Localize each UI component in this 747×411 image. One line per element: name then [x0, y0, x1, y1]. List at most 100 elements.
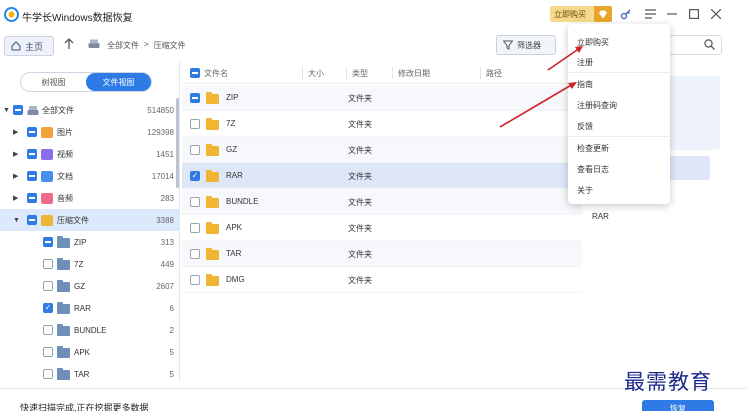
checkbox-partial[interactable] — [27, 215, 37, 225]
maximize-icon[interactable] — [686, 6, 702, 22]
file-type: 文件夹 — [348, 146, 372, 155]
file-name: ZIP — [226, 93, 239, 102]
checkbox-partial[interactable] — [27, 149, 37, 159]
key-icon[interactable] — [618, 6, 634, 22]
select-all-checkbox[interactable] — [190, 68, 200, 78]
folder-icon — [57, 368, 70, 380]
tree-item-label: 音频 — [57, 193, 73, 203]
checkbox[interactable] — [190, 145, 200, 155]
tree-item-documents[interactable]: ▶ 文档 17014 — [0, 165, 180, 187]
document-icon — [41, 170, 53, 182]
checkbox-checked[interactable]: ✓ — [190, 171, 200, 181]
menu-item-code-lookup[interactable]: 注册码查询 — [577, 100, 617, 111]
checkbox[interactable] — [43, 347, 53, 357]
tree-item-bundle[interactable]: BUNDLE 2 — [0, 319, 180, 341]
checkbox-checked[interactable]: ✓ — [43, 303, 53, 313]
tree-item-pictures[interactable]: ▶ 图片 129398 — [0, 121, 180, 143]
up-arrow-icon[interactable] — [64, 38, 74, 53]
tab-file-view[interactable]: 文件视图 — [86, 73, 151, 91]
menu-item-check-update[interactable]: 检查更新 — [577, 143, 609, 154]
expand-arrow-icon[interactable]: ▶ — [13, 128, 21, 136]
folder-icon — [57, 236, 70, 248]
file-row[interactable]: 7Z 文件夹 — [182, 111, 582, 137]
menu-item-buy-now[interactable]: 立即购买 — [577, 37, 609, 48]
tab-tree-view[interactable]: 树视图 — [21, 73, 86, 91]
checkbox[interactable] — [43, 325, 53, 335]
checkbox[interactable] — [190, 223, 200, 233]
menu-item-view-log[interactable]: 查看日志 — [577, 164, 609, 175]
file-row[interactable]: DMG 文件夹 — [182, 267, 582, 293]
folder-icon — [206, 274, 219, 286]
folder-icon — [57, 258, 70, 270]
sidebar-scrollbar[interactable] — [176, 98, 179, 188]
checkbox[interactable] — [190, 249, 200, 259]
checkbox[interactable] — [43, 259, 53, 269]
file-row[interactable]: APK 文件夹 — [182, 215, 582, 241]
column-header-modified[interactable]: 修改日期 — [398, 68, 430, 79]
checkbox[interactable] — [190, 197, 200, 207]
menu-item-feedback[interactable]: 反馈 — [577, 121, 593, 132]
tree-item-rar[interactable]: ✓ RAR 6 — [0, 297, 180, 319]
column-header-path[interactable]: 路径 — [486, 68, 502, 79]
file-row[interactable]: TAR 文件夹 — [182, 241, 582, 267]
tree-item-tar[interactable]: TAR 5 — [0, 363, 180, 385]
tree-item-7z[interactable]: 7Z 449 — [0, 253, 180, 275]
file-row[interactable]: BUNDLE 文件夹 — [182, 189, 582, 215]
checkbox-partial[interactable] — [27, 127, 37, 137]
recover-button[interactable]: 恢复 — [642, 400, 714, 411]
expand-arrow-icon[interactable]: ▶ — [13, 172, 21, 180]
drive-icon — [27, 105, 39, 115]
checkbox-partial[interactable] — [43, 237, 53, 247]
checkbox-partial[interactable] — [27, 171, 37, 181]
column-header-name[interactable]: 文件名 — [204, 68, 228, 79]
checkbox[interactable] — [190, 275, 200, 285]
tree-item-gz[interactable]: GZ 2607 — [0, 275, 180, 297]
tree-item-archives[interactable]: ▼ 压缩文件 3388 — [0, 209, 180, 231]
search-icon[interactable] — [704, 39, 715, 53]
checkbox[interactable] — [43, 281, 53, 291]
checkbox-partial[interactable] — [13, 105, 23, 115]
file-row[interactable]: ZIP 文件夹 — [182, 85, 582, 111]
checkbox[interactable] — [43, 369, 53, 379]
breadcrumb-separator: > — [144, 40, 149, 49]
column-header-size[interactable]: 大小 — [308, 68, 324, 79]
breadcrumb-item-all-files[interactable]: 全部文件 — [107, 40, 139, 51]
tree-item-count: 514850 — [147, 105, 174, 115]
hamburger-menu-icon[interactable] — [642, 6, 658, 22]
watermark: 最需教育 — [624, 370, 712, 394]
checkbox-partial[interactable] — [190, 93, 200, 103]
menu-item-about[interactable]: 关于 — [577, 185, 593, 196]
expand-arrow-icon[interactable]: ▶ — [13, 150, 21, 158]
filter-label: 筛选器 — [517, 40, 541, 50]
tree-item-videos[interactable]: ▶ 视频 1451 — [0, 143, 180, 165]
tree-item-zip[interactable]: ZIP 313 — [0, 231, 180, 253]
file-list-header: 文件名 大小 类型 修改日期 路径 — [182, 62, 582, 84]
tree-item-apk[interactable]: APK 5 — [0, 341, 180, 363]
column-header-type[interactable]: 类型 — [352, 68, 368, 79]
collapse-arrow-icon[interactable]: ▼ — [13, 217, 21, 224]
buy-now-button[interactable]: 立即购买 — [550, 6, 612, 22]
folder-icon — [206, 118, 219, 130]
expand-arrow-icon[interactable]: ▶ — [13, 194, 21, 202]
file-row[interactable]: GZ 文件夹 — [182, 137, 582, 163]
file-name: RAR — [226, 171, 243, 180]
column-separator — [480, 67, 481, 79]
file-name: APK — [226, 223, 243, 232]
home-button[interactable]: 主页 — [4, 36, 54, 56]
tree-item-all-files[interactable]: ▼ 全部文件 514850 — [0, 99, 180, 121]
tree-item-audio[interactable]: ▶ 音频 283 — [0, 187, 180, 209]
collapse-arrow-icon[interactable]: ▼ — [3, 107, 11, 114]
tree-item-label: TAR — [74, 369, 90, 379]
file-row-selected[interactable]: ✓ RAR 文件夹 — [182, 163, 582, 189]
breadcrumb-item-archives[interactable]: 压缩文件 — [154, 40, 186, 51]
folder-icon — [57, 280, 70, 292]
sidebar: 树视图 文件视图 ▼ 全部文件 514850 ▶ 图片 129398 ▶ 视频 … — [0, 62, 180, 382]
filter-button[interactable]: 筛选器 — [496, 35, 556, 55]
close-icon[interactable] — [708, 6, 724, 22]
menu-item-guide[interactable]: 指南 — [577, 79, 593, 90]
menu-item-register[interactable]: 注册 — [577, 57, 593, 68]
minimize-icon[interactable] — [664, 6, 680, 22]
checkbox-partial[interactable] — [27, 193, 37, 203]
recover-label: 恢复 — [670, 404, 686, 411]
checkbox[interactable] — [190, 119, 200, 129]
